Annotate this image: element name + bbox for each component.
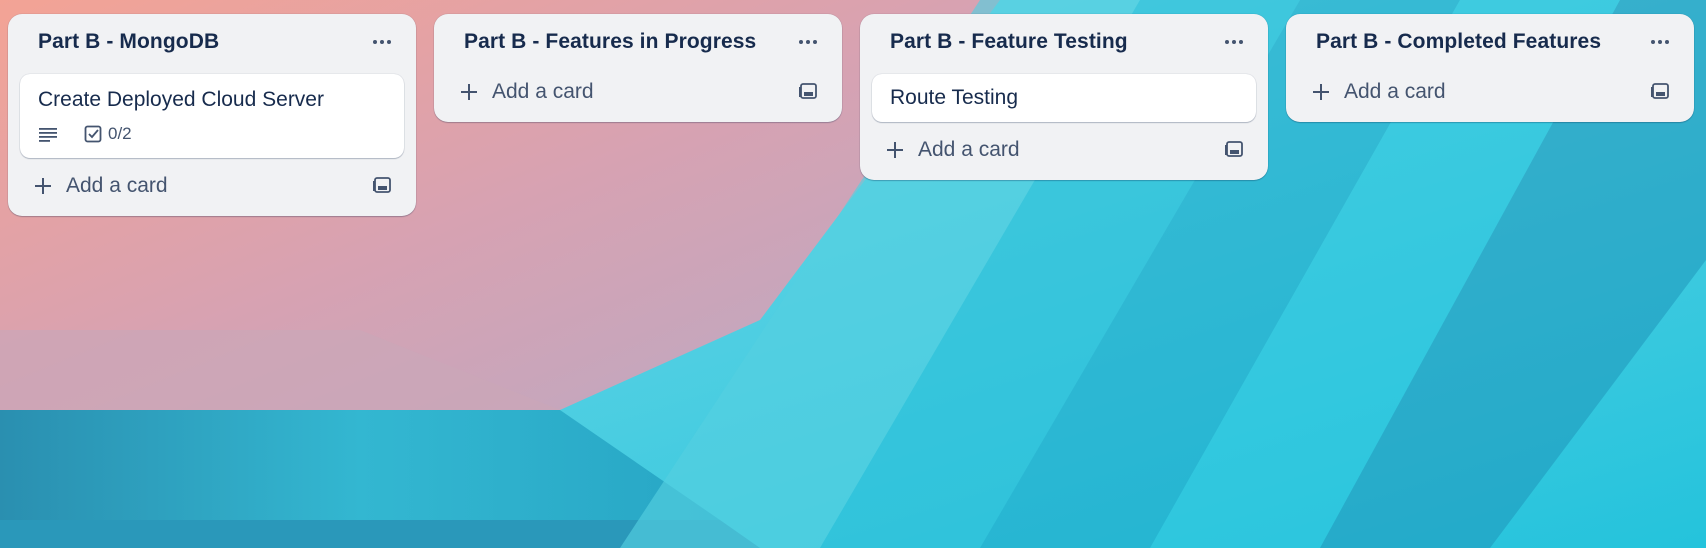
checklist-badge: 0/2 [84,124,132,144]
list-mongodb: Part B - MongoDB Create Deployed Cloud S… [8,14,416,216]
card[interactable]: Create Deployed Cloud Server 0/2 [20,74,404,158]
add-card-label: Add a card [492,80,594,103]
card-template-icon [373,177,391,193]
ellipsis-icon [373,40,391,44]
ellipsis-icon [1651,40,1669,44]
list-header[interactable]: Part B - Feature Testing [872,22,1256,62]
list-title[interactable]: Part B - Feature Testing [890,30,1128,54]
create-from-template-button[interactable] [370,174,394,198]
add-card-label: Add a card [66,174,168,197]
list-menu-button[interactable] [1220,28,1248,56]
list-menu-button[interactable] [794,28,822,56]
add-card-button[interactable]: Add a card [20,166,404,206]
create-from-template-button[interactable] [1648,80,1672,104]
card-title: Route Testing [890,86,1019,109]
plus-icon [32,175,54,197]
ellipsis-icon [1225,40,1243,44]
card-template-icon [1651,83,1669,99]
card-template-icon [799,83,817,99]
board-canvas: Part B - MongoDB Create Deployed Cloud S… [0,0,1706,548]
ellipsis-icon [799,40,817,44]
create-from-template-button[interactable] [796,80,820,104]
description-icon [39,128,57,142]
list-header[interactable]: Part B - MongoDB [20,22,404,62]
add-card-button[interactable]: Add a card [1298,72,1682,112]
add-card-label: Add a card [1344,80,1446,103]
plus-icon [884,139,906,161]
add-card-button[interactable]: Add a card [446,72,830,112]
create-from-template-button[interactable] [1222,138,1246,162]
add-card-label: Add a card [918,138,1020,161]
checklist-icon [84,125,102,143]
card[interactable]: Route Testing [872,74,1256,122]
add-card-button[interactable]: Add a card [872,130,1256,170]
card-template-icon [1225,141,1243,157]
list-feature-testing: Part B - Feature Testing Route Testing A… [860,14,1268,180]
plus-icon [1310,81,1332,103]
card-badges: 0/2 [38,122,386,146]
plus-icon [458,81,480,103]
list-menu-button[interactable] [368,28,396,56]
list-header[interactable]: Part B - Completed Features [1298,22,1682,62]
list-header[interactable]: Part B - Features in Progress [446,22,830,62]
list-completed-features: Part B - Completed Features Add a card [1286,14,1694,122]
card-title: Create Deployed Cloud Server [38,88,324,111]
list-title[interactable]: Part B - Completed Features [1316,30,1601,54]
list-title[interactable]: Part B - Features in Progress [464,30,756,54]
list-menu-button[interactable] [1646,28,1674,56]
description-badge [38,126,58,142]
list-title[interactable]: Part B - MongoDB [38,30,219,54]
list-features-in-progress: Part B - Features in Progress Add a card [434,14,842,122]
checklist-count: 0/2 [108,124,132,143]
